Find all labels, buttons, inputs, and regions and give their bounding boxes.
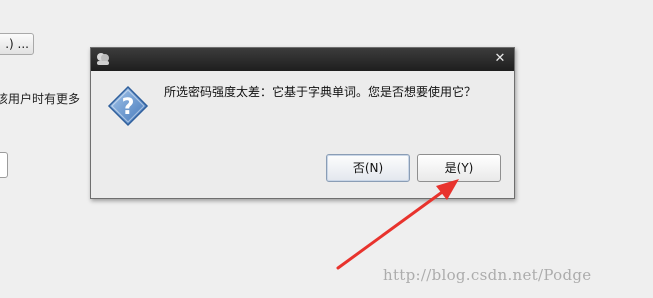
close-button[interactable]: ✕ xyxy=(493,51,507,67)
background-button[interactable]: .) ... xyxy=(0,33,34,55)
password-warning-dialog: ✕ ? 所选密码强度太差：它基于字典单词。您是否想要使用它？ 否(N) 是(Y) xyxy=(90,47,515,199)
background-field[interactable] xyxy=(0,152,8,178)
dialog-message: 所选密码强度太差：它基于字典单词。您是否想要使用它？ xyxy=(164,85,477,99)
svg-text:?: ? xyxy=(122,95,135,120)
no-button[interactable]: 否(N) xyxy=(326,154,410,182)
app-icon xyxy=(95,51,111,67)
background-text: 该用户时有更多 xyxy=(0,92,81,106)
yes-button[interactable]: 是(Y) xyxy=(417,154,501,182)
question-icon: ? xyxy=(107,85,149,127)
watermark: http://blog.csdn.net/Podge xyxy=(383,266,592,284)
dialog-titlebar: ✕ xyxy=(91,48,514,71)
